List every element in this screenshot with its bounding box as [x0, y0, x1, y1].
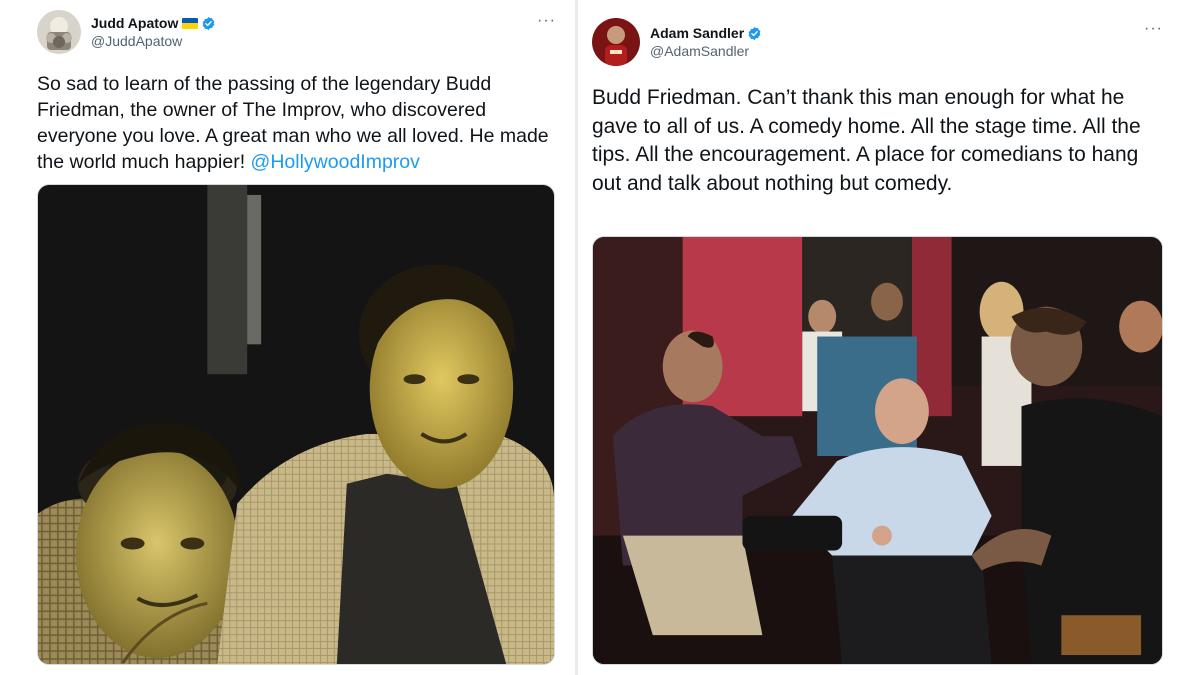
handle[interactable]: @JuddApatow — [91, 33, 216, 49]
mention-link[interactable]: @HollywoodImprov — [251, 151, 420, 173]
verified-badge-icon — [748, 26, 761, 40]
tweet-header: Adam Sandler @AdamSandler — [592, 18, 762, 66]
avatar-image — [592, 18, 640, 66]
more-options-icon[interactable]: ··· — [1144, 21, 1163, 37]
photo-two-men — [38, 185, 554, 664]
avatar-image — [37, 10, 81, 54]
avatar[interactable] — [592, 18, 640, 66]
photo-comedy-club-group — [593, 237, 1162, 664]
display-name[interactable]: Judd Apatow — [91, 15, 178, 31]
tweet-photo[interactable] — [592, 236, 1163, 665]
display-name[interactable]: Adam Sandler — [650, 25, 744, 41]
more-options-icon[interactable]: ··· — [537, 13, 556, 29]
handle[interactable]: @AdamSandler — [650, 43, 762, 59]
ukraine-flag-icon — [182, 17, 199, 29]
tweet-text: Budd Friedman. Can’t thank this man enou… — [592, 86, 1141, 195]
verified-badge-icon — [203, 16, 215, 30]
avatar[interactable] — [37, 10, 81, 54]
tweet-photo[interactable] — [37, 184, 555, 665]
tweet-judd-apatow: Judd Apatow @JuddApatow ··· So sad to le… — [0, 0, 575, 675]
tweet-header: Judd Apatow @JuddApatow — [37, 10, 216, 54]
tweet-text: So sad to learn of the passing of the le… — [37, 71, 557, 175]
